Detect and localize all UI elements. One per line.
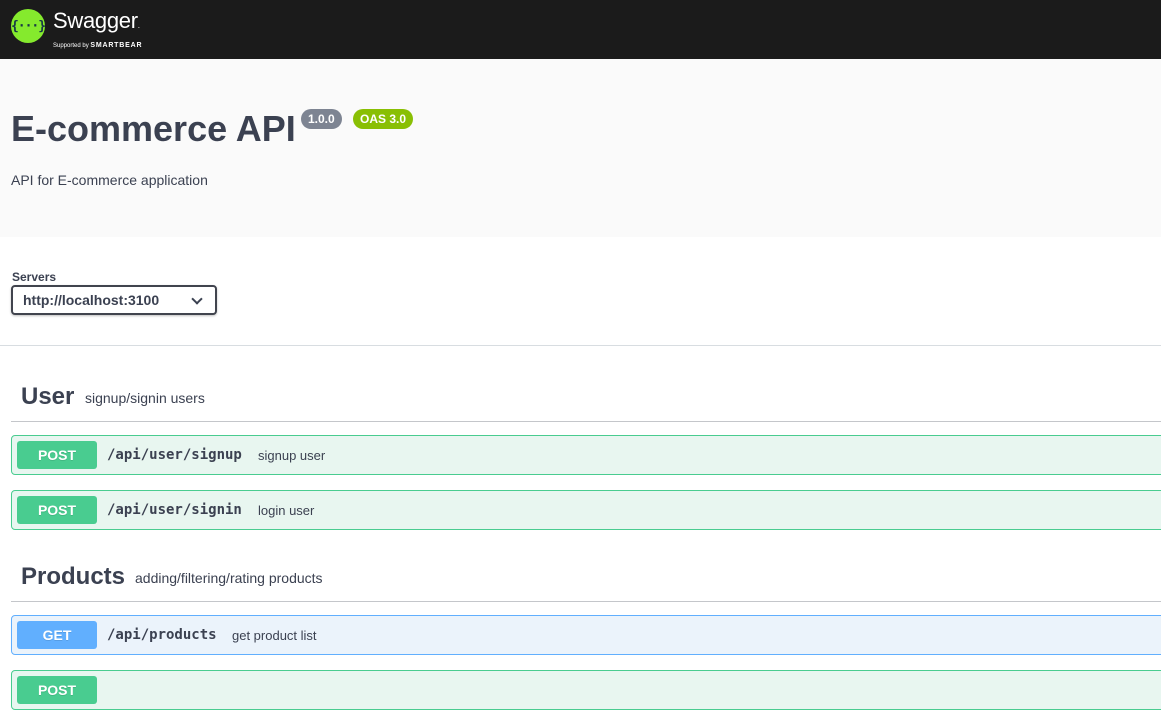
logo-brand: SMARTBEAR	[90, 42, 143, 49]
operation-get-products[interactable]: GET /api/products get product list	[11, 615, 1161, 655]
servers-section: Servers http://localhost:3100	[0, 237, 1161, 346]
swagger-logo-icon: {···}	[11, 9, 46, 43]
logo-subtitle: Supported by SMARTBEAR	[53, 42, 142, 50]
operation-path: /api/user/signup	[107, 447, 242, 463]
logo-name: Swagger.	[53, 9, 142, 38]
oas-badge: OAS 3.0	[353, 109, 414, 129]
tag-name: User	[21, 383, 75, 410]
tag-user-header[interactable]: User signup/signin users	[11, 374, 1161, 422]
servers-label: Servers	[12, 270, 57, 284]
operation-path: /api/user/signin	[107, 502, 242, 518]
operation-summary: get product list	[232, 628, 317, 643]
method-badge: POST	[17, 441, 97, 469]
tag-products-header[interactable]: Products adding/filtering/rating product…	[11, 554, 1161, 602]
operation-summary: login user	[258, 503, 315, 518]
api-info: E-commerce API 1.0.0 OAS 3.0 API for E-c…	[0, 59, 1161, 237]
server-select-value: http://localhost:3100	[23, 292, 160, 308]
operation-post-signup[interactable]: POST /api/user/signup signup user	[11, 435, 1161, 475]
logo-trademark: .	[137, 21, 140, 30]
operation-post-products[interactable]: POST	[11, 670, 1161, 710]
operation-summary: signup user	[258, 448, 326, 463]
chevron-down-icon	[191, 293, 203, 305]
tag-description: adding/filtering/rating products	[135, 570, 323, 586]
method-badge: POST	[17, 496, 97, 524]
method-badge: POST	[17, 676, 97, 704]
method-badge: GET	[17, 621, 97, 649]
logo-name-text: Swagger	[53, 8, 138, 33]
top-bar: {···} Swagger. Supported by SMARTBEAR	[0, 0, 1161, 59]
version-badge: 1.0.0	[301, 109, 342, 129]
logo-text: Swagger. Supported by SMARTBEAR	[53, 9, 142, 50]
operation-post-signin[interactable]: POST /api/user/signin login user	[11, 490, 1161, 530]
tag-description: signup/signin users	[85, 390, 205, 406]
api-description: API for E-commerce application	[11, 172, 208, 188]
tag-name: Products	[21, 563, 126, 590]
operation-path: /api/products	[107, 627, 217, 643]
swagger-logo[interactable]: {···} Swagger. Supported by SMARTBEAR	[11, 9, 142, 50]
logo-supported-by: Supported by	[53, 43, 89, 49]
page-title: E-commerce API	[11, 108, 296, 149]
server-select[interactable]: http://localhost:3100	[11, 285, 217, 315]
